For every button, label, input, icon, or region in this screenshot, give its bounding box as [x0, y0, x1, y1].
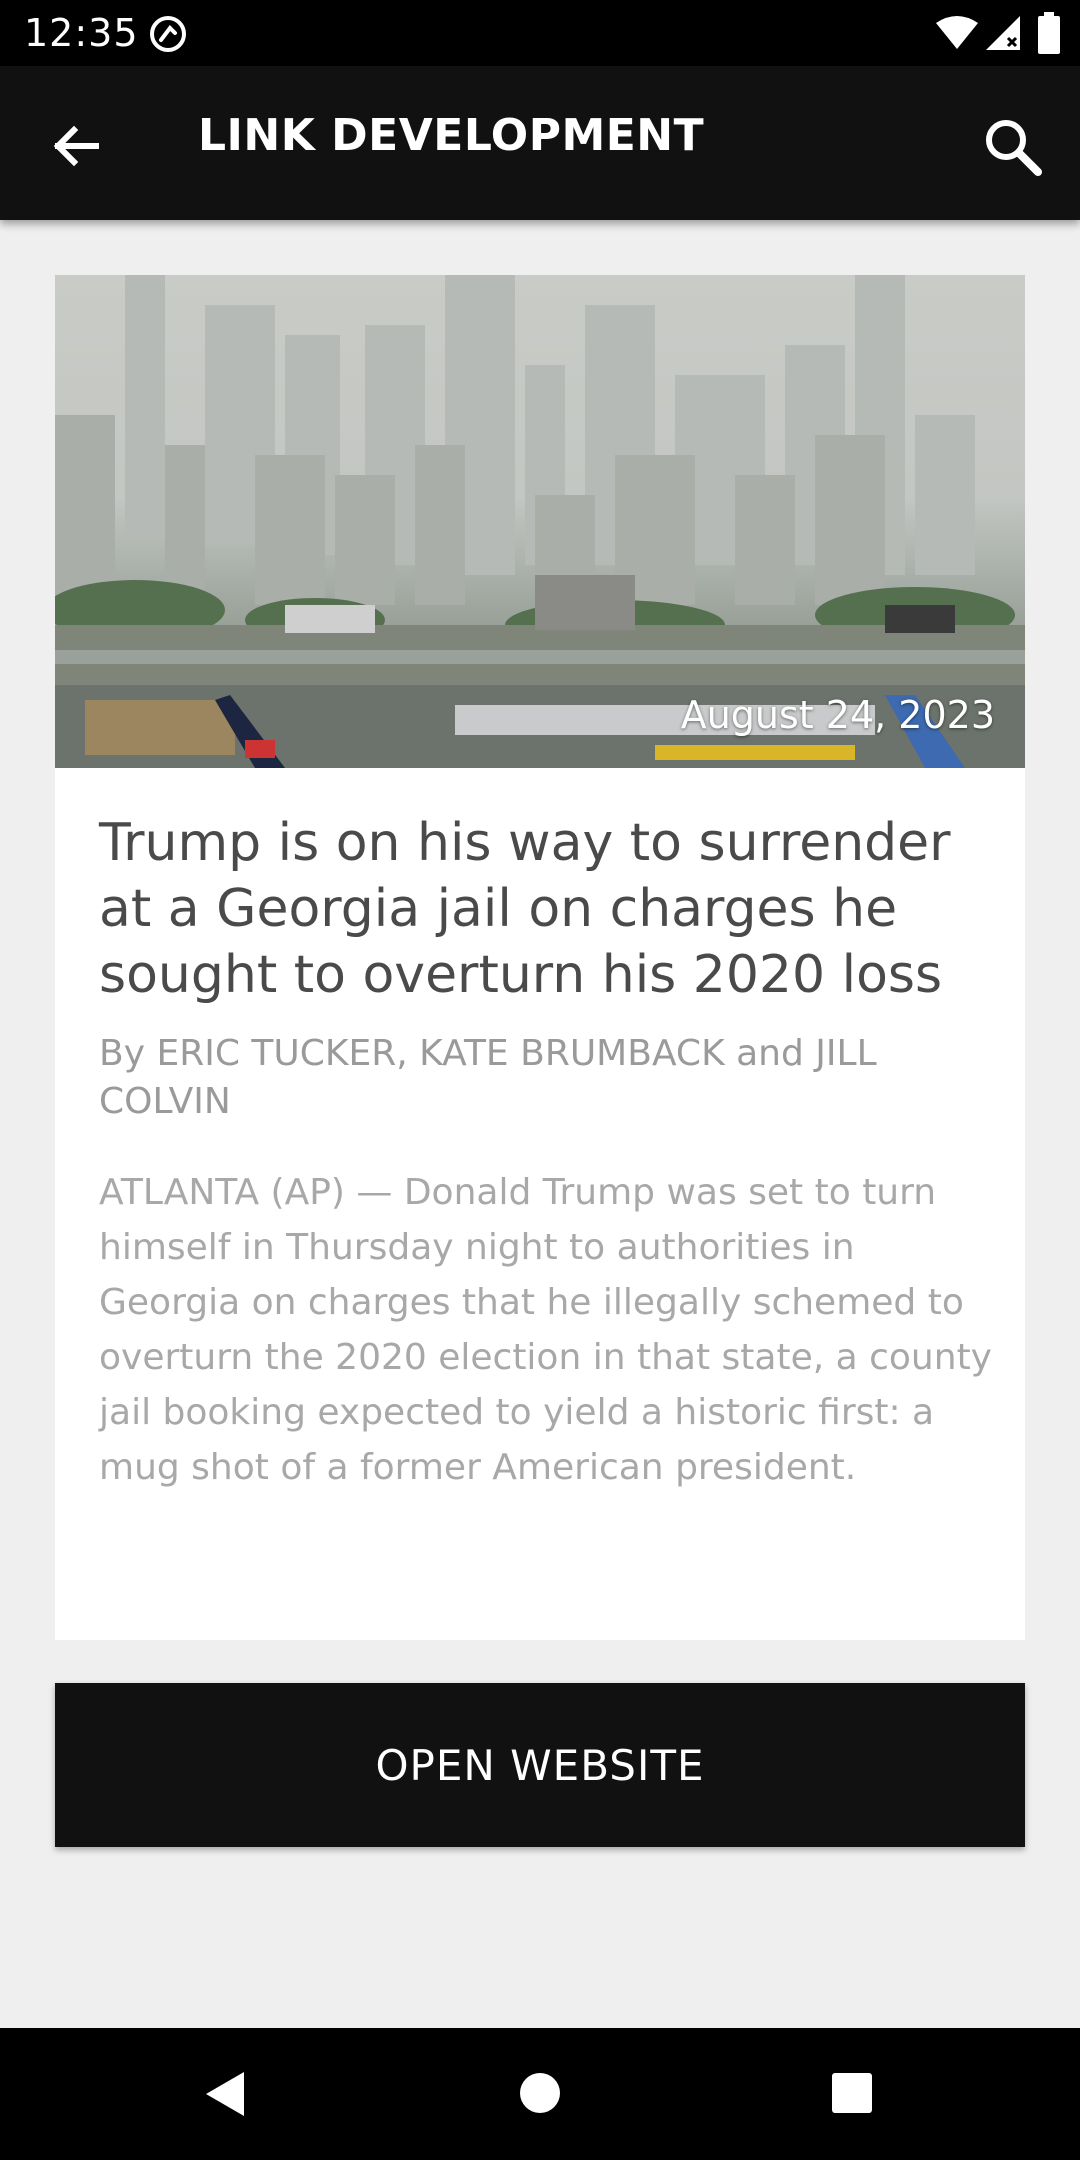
battery-icon — [1038, 12, 1060, 54]
article-image: August 24, 2023 — [55, 275, 1025, 768]
open-website-button[interactable]: OPEN WEBSITE — [55, 1683, 1025, 1847]
article-headline: Trump is on his way to surrender at a Ge… — [99, 813, 951, 1005]
app-bar: LINK DEVELOPMENT — [0, 66, 1080, 220]
page-title: LINK DEVELOPMENT — [198, 110, 705, 161]
wifi-icon — [936, 16, 978, 49]
search-icon[interactable] — [976, 110, 1048, 182]
article-byline: By ERIC TUCKER, KATE BRUMBACK and JILL C… — [99, 1033, 877, 1122]
status-bar: 12:35 — [0, 0, 1080, 66]
article-summary: ATLANTA (AP) — Donald Trump was set to t… — [99, 1172, 992, 1488]
navigation-bar — [0, 2028, 1080, 2160]
article-date: August 24, 2023 — [680, 693, 995, 737]
nav-recents-icon[interactable] — [829, 2070, 875, 2116]
app-notification-icon — [150, 16, 186, 52]
signal-icon — [986, 16, 1020, 50]
article-card[interactable]: August 24, 2023 Trump is on his way to s… — [55, 275, 1025, 1640]
nav-back-icon[interactable] — [200, 2068, 250, 2120]
status-time: 12:35 — [24, 11, 139, 55]
arrow-back-icon[interactable] — [40, 110, 112, 182]
nav-home-icon[interactable] — [515, 2068, 565, 2118]
